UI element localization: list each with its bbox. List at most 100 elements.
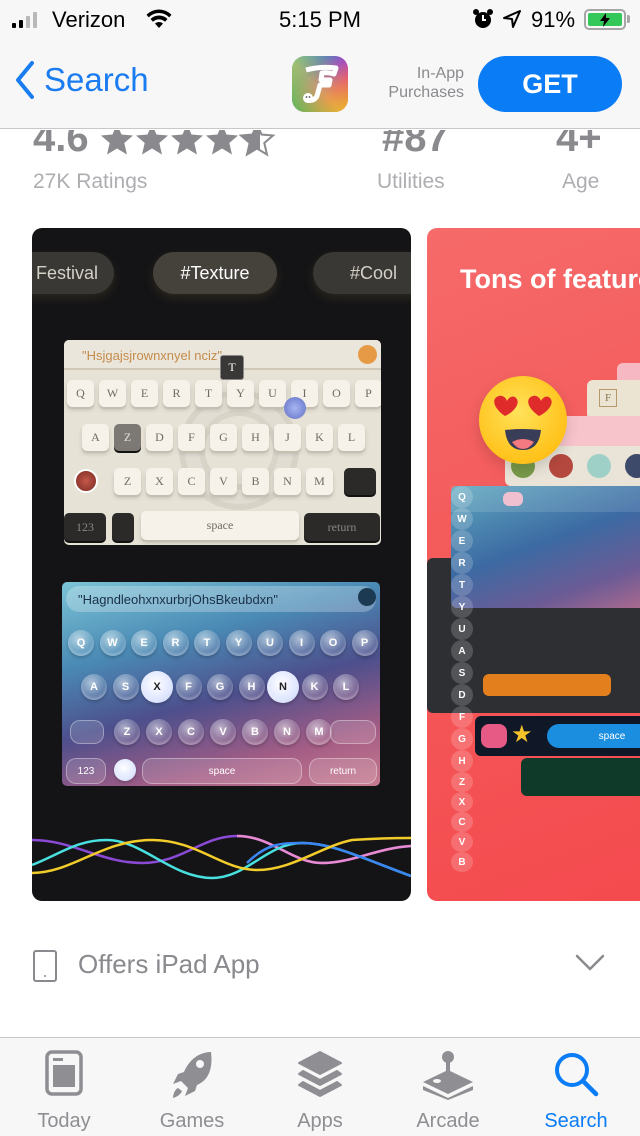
location-arrow-icon — [502, 9, 522, 35]
back-button[interactable]: Search — [14, 60, 149, 100]
keyboard-key: G — [210, 424, 237, 451]
theme-card-night: ★ space — [475, 716, 640, 756]
smiley-icon — [358, 588, 376, 606]
age-label: Age — [562, 170, 600, 193]
tag-label: #Cool — [350, 262, 398, 283]
screenshot-1[interactable]: Festival #Texture #Cool "Hsjgajsjrownxny… — [32, 228, 411, 901]
emoji-bubble-key — [114, 759, 136, 781]
ratings-count: 27K Ratings — [33, 170, 148, 193]
backspace-key — [330, 720, 376, 744]
nav-bar: Search In-App Purchases GET — [0, 40, 640, 129]
tab-label: Search — [544, 1110, 608, 1132]
app-icon[interactable] — [292, 56, 348, 112]
keyboard-key: D — [146, 424, 173, 451]
back-label: Search — [44, 61, 149, 98]
status-bar: Verizon 5:15 PM 91% — [0, 0, 640, 40]
tab-arcade[interactable]: Arcade — [384, 1038, 512, 1136]
keyboard-key: H — [451, 750, 473, 772]
star-icon — [171, 130, 203, 155]
flower-icon — [284, 397, 306, 419]
keyboard-key: C — [178, 468, 205, 495]
star-partial-icon — [241, 130, 260, 155]
numbers-key: 123 — [64, 513, 106, 541]
keyboard-key: N — [274, 719, 300, 745]
keyboard-key: K — [301, 674, 328, 700]
tab-label: Arcade — [416, 1110, 480, 1132]
keyboard-key: Z — [114, 424, 141, 451]
space-key: space — [141, 511, 299, 540]
get-button[interactable]: GET — [478, 56, 622, 112]
alarm-icon — [472, 8, 494, 36]
kb2-input-text: "HagndleohxnxurbrjOhsBkeubdxn" — [66, 586, 376, 612]
tab-label: Apps — [297, 1110, 343, 1132]
keyboard-key: X — [146, 468, 173, 495]
tab-today[interactable]: Today — [0, 1038, 128, 1136]
shift-key — [70, 720, 104, 744]
app-store-screen: Verizon 5:15 PM 91% Search In-App Purcha… — [0, 0, 640, 1136]
keyboard-key: X — [451, 792, 473, 812]
rocket-icon — [128, 1050, 256, 1100]
tab-apps[interactable]: Apps — [256, 1038, 384, 1136]
screenshot-2-title: Tons of features — [460, 264, 640, 294]
keyboard-key: P — [351, 630, 378, 656]
tag-festival: Festival — [32, 252, 114, 294]
keyboard-key: Z — [114, 719, 140, 745]
keyboard-key: A — [82, 424, 109, 451]
keyboard-key: Z — [114, 468, 141, 495]
keyboard-key: V — [210, 468, 237, 495]
layers-icon — [256, 1050, 384, 1098]
water-keyboard-preview: "HagndleohxnxurbrjOhsBkeubdxn" QWERTYUIO… — [62, 582, 380, 786]
keyboard-key: H — [242, 424, 269, 451]
keyboard-key: B — [242, 468, 269, 495]
keyboard-key: T — [451, 574, 473, 596]
tab-search[interactable]: Search — [512, 1038, 640, 1136]
keyboard-key: G — [207, 674, 233, 700]
keyboard-key: A — [451, 640, 473, 662]
keyboard-key: C — [178, 719, 204, 745]
keyboard-key: Y — [451, 596, 473, 618]
theme-card-texture: F — [587, 380, 640, 420]
chevron-down-icon[interactable] — [574, 952, 606, 974]
screenshot-carousel[interactable]: Festival #Texture #Cool "Hsjgajsjrownxny… — [0, 228, 640, 901]
screenshot-2[interactable]: Tons of features F ★ space — [427, 228, 640, 901]
battery-icon — [584, 9, 626, 30]
keyboard-key: O — [323, 380, 350, 407]
offers-ipad-app-row[interactable]: Offers iPad App — [0, 930, 640, 1000]
keyboard-key: A — [81, 674, 107, 700]
backspace-key — [344, 468, 376, 495]
star-icon — [206, 130, 238, 155]
iap-line2: Purchases — [388, 84, 464, 101]
tab-label: Games — [159, 1110, 225, 1132]
star-icon — [136, 130, 168, 155]
rating-value: 4.6 — [33, 130, 89, 160]
keyboard-key: N — [267, 671, 299, 703]
tag-label: Festival — [35, 262, 98, 283]
numbers-key: 123 — [66, 758, 106, 784]
tab-games[interactable]: Games — [128, 1038, 256, 1136]
keyboard-key: B — [242, 719, 268, 745]
battery-tip — [627, 15, 630, 23]
globe-icon — [112, 513, 134, 541]
keyboard-key: M — [306, 719, 332, 745]
ipad-icon — [33, 950, 57, 982]
category-label: Utilities — [377, 170, 445, 193]
keyboard-key: S — [112, 674, 139, 700]
tag-label: #Texture — [180, 262, 250, 283]
keyboard-key: E — [131, 380, 158, 407]
age-rating: 4+ — [556, 130, 602, 160]
charging-bolt-icon — [600, 12, 610, 27]
keyboard-key: R — [162, 630, 189, 656]
keyboard-key: T — [194, 630, 220, 656]
theme-card-forest — [521, 758, 640, 796]
keyboard-key: X — [146, 719, 172, 745]
keyboard-key: K — [306, 424, 333, 451]
app-info-row: 4.6 27K Ratings #87 Utilities 4+ Age — [0, 130, 640, 210]
tab-label: Today — [37, 1110, 91, 1132]
keyboard-key: J — [274, 424, 301, 451]
keyboard-key: F — [178, 424, 205, 451]
texture-keyboard-preview: "Hsjgajsjrownxnyel nciz" T QWERTYUIOPAZD… — [64, 340, 381, 545]
keyboard-key: Q — [67, 380, 94, 407]
keyboard-key: Y — [225, 630, 252, 656]
keyboard-key: H — [238, 674, 265, 700]
keyboard-key: O — [320, 630, 346, 656]
